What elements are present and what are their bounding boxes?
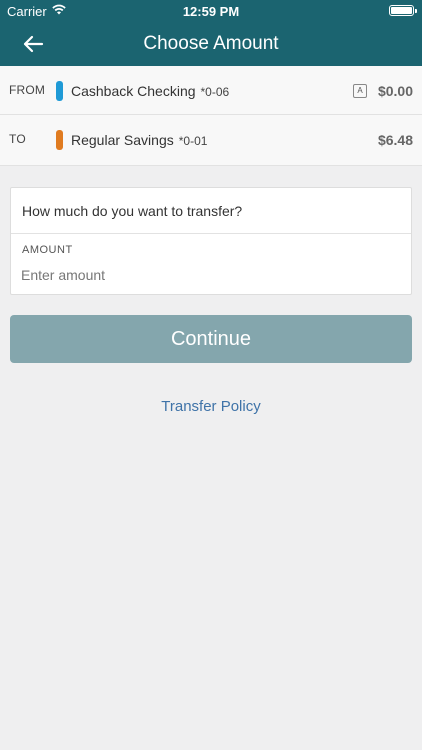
status-time: 12:59 PM <box>182 4 240 19</box>
continue-button[interactable]: Continue <box>10 315 412 363</box>
page-title: Choose Amount <box>143 33 279 54</box>
account-type-badge: A <box>353 84 367 98</box>
amount-label: AMOUNT <box>22 244 73 256</box>
to-label: TO <box>9 132 26 146</box>
from-label: FROM <box>9 83 46 97</box>
transfer-policy-link[interactable]: Transfer Policy <box>0 398 422 415</box>
to-account-row[interactable]: TO Regular Savings *0-01 $6.48 <box>0 115 422 165</box>
to-account-color-tag <box>56 130 63 150</box>
nav-bar: Choose Amount <box>0 22 422 66</box>
amount-card: How much do you want to transfer? AMOUNT <box>10 187 412 295</box>
account-summary: FROM Cashback Checking *0-06 A $0.00 TO R… <box>0 66 422 166</box>
from-account-name: Cashback Checking *0-06 <box>71 83 230 99</box>
from-account-color-tag <box>56 81 63 101</box>
to-account-number: *0-01 <box>178 134 208 148</box>
battery-icon <box>389 5 417 16</box>
to-account-balance: $6.48 <box>377 132 413 148</box>
to-account-name: Regular Savings *0-01 <box>71 132 208 148</box>
from-account-row[interactable]: FROM Cashback Checking *0-06 A $0.00 <box>0 66 422 115</box>
from-account-number: *0-06 <box>200 85 230 99</box>
amount-input[interactable] <box>21 264 391 286</box>
status-bar: Carrier 12:59 PM <box>0 0 422 22</box>
from-account-balance: $0.00 <box>377 83 413 99</box>
divider <box>11 233 411 234</box>
transfer-question: How much do you want to transfer? <box>22 203 243 219</box>
